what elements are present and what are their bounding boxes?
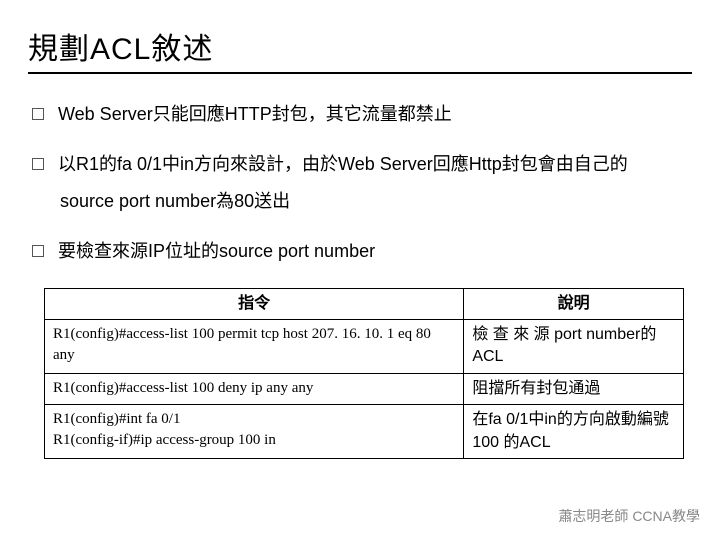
cell-command: R1(config)#access-list 100 permit tcp ho… [45, 319, 464, 373]
table-row: R1(config)#int fa 0/1 R1(config-if)#ip a… [45, 405, 684, 459]
table-row: R1(config)#access-list 100 deny ip any a… [45, 373, 684, 404]
bullet-text: 要檢查來源IP位址的source port number [58, 235, 692, 267]
slide: 規劃ACL敘述 Web Server只能回應HTTP封包，其它流量都禁止 以R1… [0, 0, 720, 459]
square-bullet-icon [32, 245, 44, 257]
cell-desc: 阻擋所有封包通過 [464, 373, 684, 404]
page-title: 規劃ACL敘述 [28, 24, 692, 74]
bullet-text: Web Server只能回應HTTP封包，其它流量都禁止 [58, 98, 692, 130]
square-bullet-icon [32, 158, 44, 170]
bullet-item: 要檢查來源IP位址的source port number [32, 235, 692, 267]
col-header-desc: 說明 [464, 288, 684, 319]
square-bullet-icon [32, 108, 44, 120]
bullet-text: 以R1的fa 0/1中in方向來設計，由於Web Server回應Http封包會… [58, 148, 692, 180]
command-table: 指令 說明 R1(config)#access-list 100 permit … [44, 288, 684, 459]
cell-desc: 在fa 0/1中in的方向啟動編號100 的ACL [464, 405, 684, 459]
table-row: R1(config)#access-list 100 permit tcp ho… [45, 319, 684, 373]
cell-desc: 檢 查 來 源 port number的ACL [464, 319, 684, 373]
bullet-continuation: source port number為80送出 [60, 185, 692, 217]
col-header-command: 指令 [45, 288, 464, 319]
footer-credit: 蕭志明老師 CCNA教學 [558, 506, 700, 526]
bullet-item: Web Server只能回應HTTP封包，其它流量都禁止 [32, 98, 692, 130]
table-header-row: 指令 說明 [45, 288, 684, 319]
cell-command: R1(config)#access-list 100 deny ip any a… [45, 373, 464, 404]
cell-command: R1(config)#int fa 0/1 R1(config-if)#ip a… [45, 405, 464, 459]
bullet-list: Web Server只能回應HTTP封包，其它流量都禁止 以R1的fa 0/1中… [32, 98, 692, 268]
bullet-item: 以R1的fa 0/1中in方向來設計，由於Web Server回應Http封包會… [32, 148, 692, 180]
